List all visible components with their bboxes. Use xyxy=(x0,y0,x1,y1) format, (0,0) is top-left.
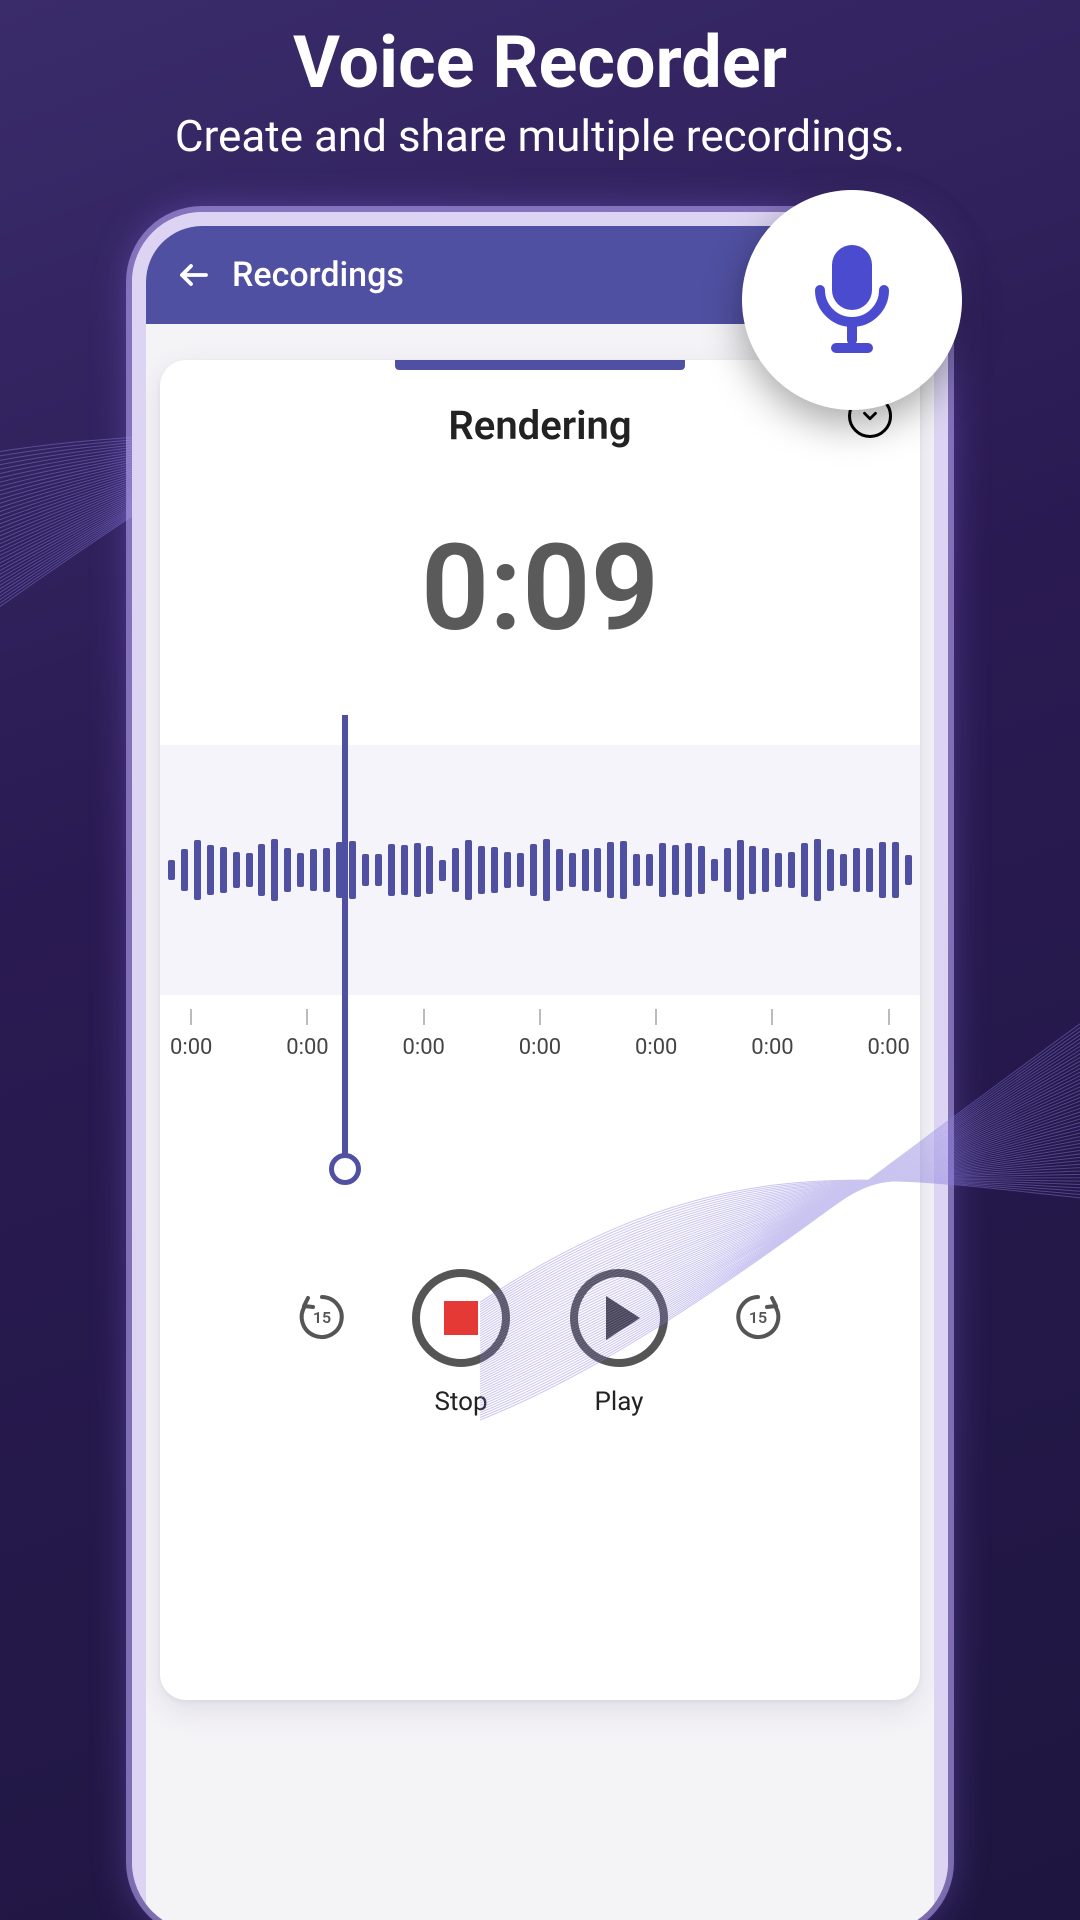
phone-frame: Recordings Rendering 0:09 xyxy=(132,212,948,1920)
ruler-tick: 0:00 xyxy=(519,1009,561,1089)
stop-label: Stop xyxy=(434,1387,487,1417)
back-button[interactable] xyxy=(174,255,214,295)
ruler-tick: 0:00 xyxy=(635,1009,677,1089)
arrow-left-icon xyxy=(176,257,212,293)
ruler-tick: 0:00 xyxy=(868,1009,910,1089)
rewind-15-button[interactable]: 15 xyxy=(292,1287,352,1347)
time-ruler: 0:00 0:00 0:00 0:00 0:00 0:00 0:00 xyxy=(160,1009,920,1089)
forward-15-button[interactable]: 15 xyxy=(728,1287,788,1347)
ruler-tick: 0:00 xyxy=(170,1009,212,1089)
ruler-tick: 0:00 xyxy=(286,1009,328,1089)
playhead[interactable] xyxy=(342,715,348,1175)
svg-text:15: 15 xyxy=(749,1308,767,1327)
svg-text:15: 15 xyxy=(313,1308,331,1327)
hero-subtitle: Create and share multiple recordings. xyxy=(0,109,1080,164)
stop-button[interactable]: Stop xyxy=(412,1269,510,1417)
hero-section: Voice Recorder Create and share multiple… xyxy=(0,20,1080,164)
stop-icon xyxy=(444,1301,478,1335)
playback-controls: 15 Stop Play xyxy=(160,1269,920,1417)
appbar-title: Recordings xyxy=(232,255,404,295)
recording-card: Rendering 0:09 0:000:000:000:000:000:000… xyxy=(160,360,920,1700)
forward-icon: 15 xyxy=(730,1289,786,1345)
timer-display: 0:09 xyxy=(160,519,920,659)
status-label: Rendering xyxy=(448,402,631,449)
microphone-icon xyxy=(802,240,902,360)
mic-badge xyxy=(742,190,962,410)
ruler-tick: 0:00 xyxy=(751,1009,793,1089)
play-button[interactable]: Play xyxy=(570,1269,668,1417)
play-icon xyxy=(606,1296,640,1340)
ruler-tick: 0:00 xyxy=(403,1009,445,1089)
waveform-area[interactable] xyxy=(160,745,920,995)
play-label: Play xyxy=(595,1387,644,1417)
hero-title: Voice Recorder xyxy=(0,20,1080,105)
waveform-bars xyxy=(160,840,920,900)
rewind-icon: 15 xyxy=(294,1289,350,1345)
